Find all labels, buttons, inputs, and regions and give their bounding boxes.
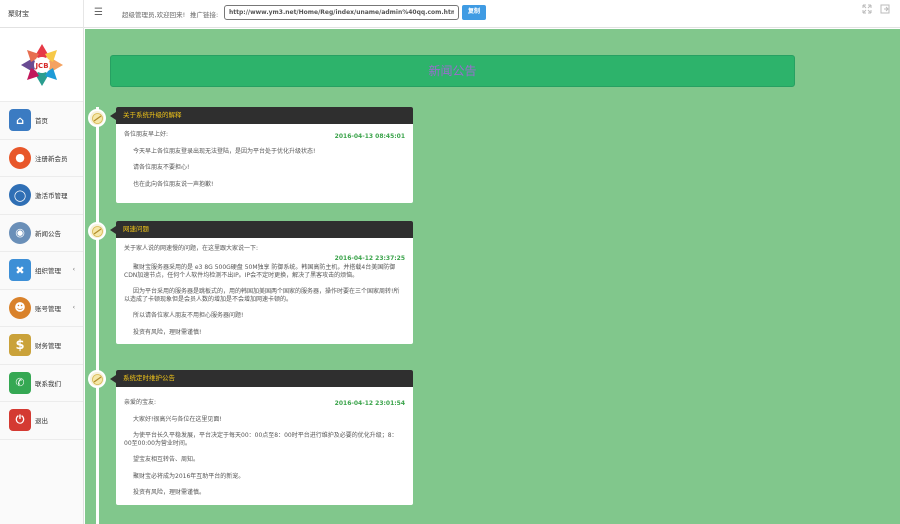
news-card-title[interactable]: 关于系统升级的解释 xyxy=(116,107,413,124)
sidebar-item-label: 注册新会员 xyxy=(35,154,68,163)
news-card-paragraph: 聚财宝必将成为2016年互助平台的新宠。 xyxy=(133,472,245,480)
main-content: 新闻公告 关于系统升级的解释 2016-04-13 08:45:01 各位朋友早… xyxy=(85,29,900,524)
sidebar-item-label: 组织管理 xyxy=(35,267,61,276)
news-card-date: 2016-04-12 23:01:54 xyxy=(334,400,405,407)
timeline-marker-icon xyxy=(88,222,106,240)
news-card-paragraph: 为使平台长久平稳发展，平台决定于每天00：00点至8：00时平台进行维护及必要的… xyxy=(124,432,398,447)
sidebar-item-news[interactable]: ◉ 新闻公告 xyxy=(0,215,83,252)
sidebar-item-label: 退出 xyxy=(35,417,48,426)
sidebar-item-logout[interactable]: ⏻ 退出 xyxy=(0,402,83,440)
timeline-line xyxy=(96,107,99,524)
globe-icon: ◯ xyxy=(9,184,31,207)
news-card-paragraph: 聚财宝服务器采用的是 e3 8G 500G硬盘 50M独享 防御系统。韩国高防主… xyxy=(124,264,396,279)
promo-link-input[interactable] xyxy=(224,5,459,20)
sidebar-item-label: 新闻公告 xyxy=(35,229,61,238)
news-card-date: 2016-04-12 23:37:25 xyxy=(334,254,405,262)
brand-logo: JCB xyxy=(0,28,83,102)
promo-link-label: 推广链接: xyxy=(190,11,219,19)
news-card-title[interactable]: 网速问题 xyxy=(116,221,413,238)
users-icon: ☻ xyxy=(9,296,31,319)
exit-icon[interactable] xyxy=(880,4,890,14)
sidebar-item-home[interactable]: ⌂ 首页 xyxy=(0,102,83,140)
news-card-paragraph: 请各位朋友不要担心! xyxy=(133,164,190,171)
dollar-icon: $ xyxy=(9,334,31,357)
sidebar-item-label: 激活币管理 xyxy=(35,192,68,201)
sidebar-item-finance[interactable]: $ 财务管理 xyxy=(0,327,83,365)
news-card-paragraph: 也在此向各位朋友说一声抱歉! xyxy=(133,180,214,188)
page-title: 新闻公告 xyxy=(110,55,795,87)
news-card: 网速问题 关于家人说的网速慢的问题，在这里跟大家说一下: 2016-04-12 … xyxy=(116,221,413,344)
news-card: 关于系统升级的解释 2016-04-13 08:45:01 各位朋友早上好: 今… xyxy=(116,107,413,203)
news-card-paragraph: 大家好!很高兴与各位在这里见面! xyxy=(133,415,222,423)
timeline-marker-icon xyxy=(88,109,106,127)
welcome-text: 超级管理员,欢迎回来! xyxy=(122,11,186,19)
brand-name[interactable]: 聚财宝 xyxy=(0,0,84,28)
lock-icon: ● xyxy=(9,146,31,169)
sidebar-item-accounts[interactable]: ☻ 账号管理 ‹ xyxy=(0,290,83,327)
sidebar-item-label: 财务管理 xyxy=(35,342,61,351)
sidebar-item-activation-coins[interactable]: ◯ 激活币管理 xyxy=(0,177,83,215)
chevron-left-icon: ‹ xyxy=(72,266,75,273)
sidebar-item-label: 账号管理 xyxy=(35,304,61,313)
sidebar-item-label: 首页 xyxy=(35,117,48,126)
news-card-greeting: 关于家人说的网速慢的问题，在这里跟大家说一下: xyxy=(124,245,259,252)
sidebar-item-label: 联系我们 xyxy=(35,379,61,388)
news-card-paragraph: 因为平台采用的服务器是跳板式的，用的韩国加美国两个国家的服务器，操作时要在三个国… xyxy=(124,288,400,303)
power-icon: ⏻ xyxy=(9,409,31,432)
sidebar-item-register[interactable]: ● 注册新会员 xyxy=(0,140,83,177)
news-card-paragraph: 今天早上各位朋友登录出现无法登陆，是因为平台处于优化升级状态! xyxy=(133,147,316,155)
news-card-paragraph: 望宝友相互转告、周知。 xyxy=(133,456,200,463)
timeline-marker-icon xyxy=(88,370,106,388)
phone-icon: ✆ xyxy=(9,371,31,394)
news-card-paragraph: 投资有风险，理财需谨慎。 xyxy=(133,489,206,496)
svg-text:JCB: JCB xyxy=(34,62,48,70)
news-card-date: 2016-04-13 08:45:01 xyxy=(334,133,405,140)
network-icon: ✖ xyxy=(9,259,31,282)
menu-toggle-icon[interactable]: ☰ xyxy=(94,7,103,18)
top-bar: 聚财宝 ☰ 超级管理员,欢迎回来! 推广链接: 复制 xyxy=(0,0,900,28)
fullscreen-icon[interactable] xyxy=(862,4,872,14)
news-card-paragraph: 投资有风险，理财需谨慎! xyxy=(133,328,202,336)
news-card: 系统定时维护公告 2016-04-12 23:01:54 亲爱的宝友: 大家好!… xyxy=(116,370,413,505)
news-card-paragraph: 所以请各位家人朋友不用担心服务器问题! xyxy=(133,312,244,319)
chevron-left-icon: ‹ xyxy=(72,303,75,311)
sidebar-item-organization[interactable]: ✖ 组织管理 ‹ xyxy=(0,252,83,290)
news-card-title[interactable]: 系统定时维护公告 xyxy=(116,370,413,387)
copy-button[interactable]: 复制 xyxy=(462,5,486,20)
sidebar: JCB ⌂ 首页 ● 注册新会员 ◯ 激活币管理 ◉ 新闻公告 ✖ 组织管理 ‹… xyxy=(0,28,84,524)
home-icon: ⌂ xyxy=(9,109,31,132)
sidebar-item-contact[interactable]: ✆ 联系我们 xyxy=(0,365,83,402)
eye-icon: ◉ xyxy=(9,221,31,244)
